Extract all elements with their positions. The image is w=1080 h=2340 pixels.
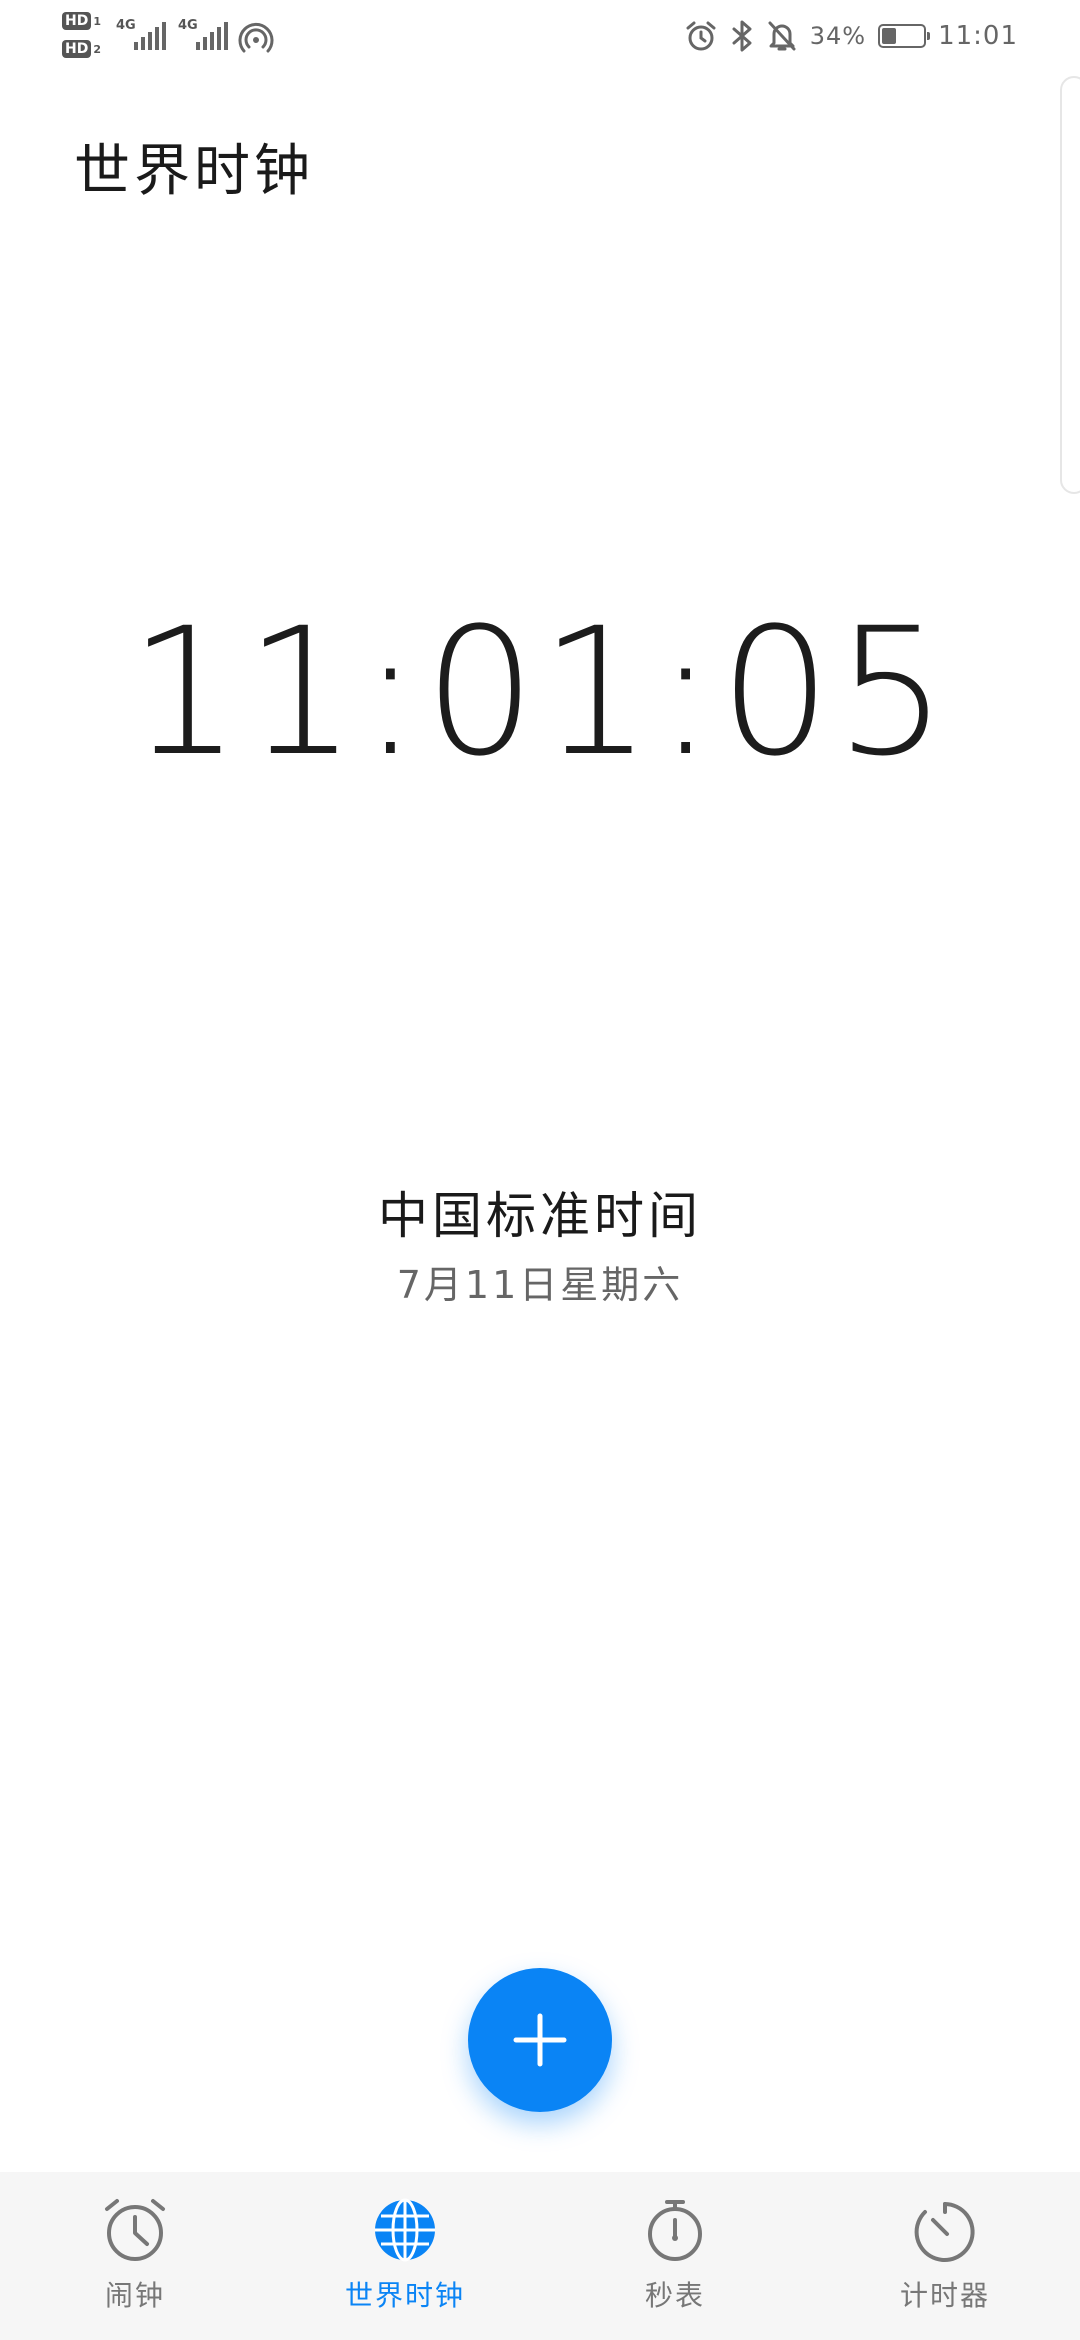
battery-fill <box>882 28 896 44</box>
tab-timer[interactable]: 计时器 <box>810 2172 1080 2340</box>
status-right-group: 34% 11:01 <box>684 18 1018 54</box>
tab-stopwatch[interactable]: 秒表 <box>540 2172 810 2340</box>
tab-label: 闹钟 <box>104 2279 165 2312</box>
timer-icon <box>914 2202 975 2262</box>
sim-badges: HD 1 HD 2 <box>62 10 110 66</box>
tab-alarm[interactable]: 闹钟 <box>0 2172 270 2340</box>
alarm-clock-icon <box>105 2199 165 2261</box>
tab-label: 秒表 <box>644 2279 705 2312</box>
add-city-button[interactable] <box>468 1968 612 2112</box>
hd-label: HD <box>62 40 92 58</box>
battery-icon <box>878 24 931 48</box>
status-time: 11:01 <box>938 21 1018 51</box>
hd-label: HD <box>62 12 92 30</box>
tab-label: 世界时钟 <box>344 2279 465 2312</box>
timezone-name: 中国标准时间 <box>378 1187 702 1245</box>
hd-badge-sim2: HD 2 <box>62 38 110 60</box>
alarm-icon <box>686 21 716 51</box>
sim-index: 1 <box>93 14 101 28</box>
stopwatch-icon <box>648 2200 702 2261</box>
status-bar: HD 1 HD 2 4G 4G 34% 11:01 <box>0 0 1080 72</box>
bell-muted-icon <box>768 21 796 51</box>
plus-icon <box>513 2013 567 2067</box>
tab-world-clock[interactable]: 世界时钟 <box>270 2172 540 2340</box>
bluetooth-icon <box>732 20 752 52</box>
network-type: 4G <box>178 18 198 33</box>
page-title: 世界时钟 <box>74 139 314 204</box>
current-date: 7月11日星期六 <box>396 1263 684 1307</box>
sim-index: 2 <box>93 42 101 56</box>
side-drawer-handle[interactable] <box>1060 76 1080 494</box>
hotspot-icon <box>238 22 274 53</box>
network-type: 4G <box>116 18 136 33</box>
current-time: 11:01:05 <box>128 590 952 795</box>
hd-badge-sim1: HD 1 <box>62 10 110 32</box>
bottom-navigation: 闹钟 世界时钟 秒表 计时器 <box>0 2172 1080 2340</box>
globe-icon <box>375 2198 435 2262</box>
battery-percent: 34% <box>809 22 867 50</box>
tab-label: 计时器 <box>899 2279 990 2312</box>
